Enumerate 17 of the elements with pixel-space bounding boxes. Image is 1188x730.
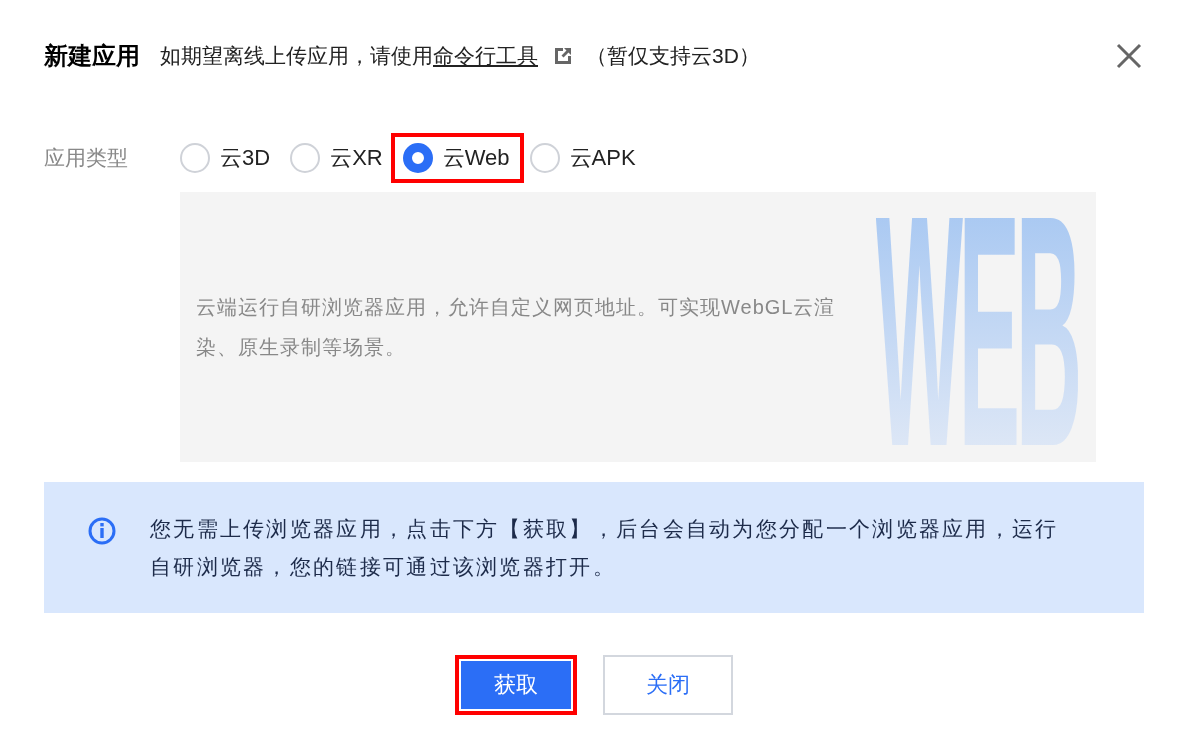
notice-text: 您无需上传浏览器应用，点击下方【获取】，后台会自动为您分配一个浏览器应用，运行自研浏览器，您的链接可通过该浏览器打开。 — [150, 515, 1060, 580]
field-label: 应用类型 — [44, 145, 129, 171]
close-icon[interactable] — [1116, 43, 1142, 69]
subtitle-text: 如期望离线上传应用，请使用 — [160, 43, 433, 69]
close-button[interactable]: 关闭 — [603, 655, 733, 715]
radio-option[interactable]: 云3D — [180, 137, 281, 179]
external-link-icon[interactable] — [554, 47, 572, 65]
get-button[interactable]: 获取 — [455, 655, 577, 715]
cli-tool-link[interactable]: 命令行工具 — [433, 42, 538, 70]
radio-option[interactable]: 云XR — [290, 137, 393, 179]
subtitle-note: （暂仅支持云3D） — [586, 43, 760, 69]
description-text: 云端运行自研浏览器应用，允许自定义网页地址。可实现WebGL云渲染、原生录制等场景。 — [196, 295, 837, 360]
info-icon — [88, 517, 116, 545]
radio-button[interactable] — [402, 143, 433, 173]
dialog-title: 新建应用 — [44, 41, 140, 71]
radio-option[interactable]: 云Web — [394, 137, 520, 179]
radio-option[interactable]: 云APK — [529, 137, 646, 179]
